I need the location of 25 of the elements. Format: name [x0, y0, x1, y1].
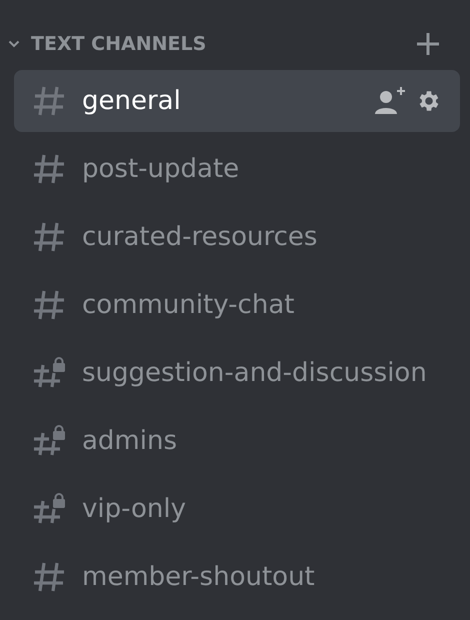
- channel-item[interactable]: post-update: [14, 138, 460, 200]
- channel-item[interactable]: community-chat: [14, 274, 460, 336]
- channel-name: vip-only: [82, 494, 187, 524]
- channel-item[interactable]: suggestion-and-discussion: [14, 342, 460, 404]
- channel-item[interactable]: curated-resources: [14, 206, 460, 268]
- channel-name: admins: [82, 426, 178, 456]
- channel-item[interactable]: member-shoutout: [14, 546, 460, 608]
- channel-name: community-chat: [82, 290, 296, 320]
- channel-name: curated-resources: [82, 222, 318, 252]
- channel-item[interactable]: general: [14, 70, 460, 132]
- channel-name: post-update: [82, 154, 240, 184]
- channel-name: member-shoutout: [82, 562, 316, 592]
- channel-item[interactable]: admins: [14, 410, 460, 472]
- channel-name: suggestion-and-discussion: [82, 358, 428, 388]
- channel-item[interactable]: vip-only: [14, 478, 460, 540]
- category-title[interactable]: TEXT CHANNELS: [31, 33, 416, 55]
- hash-icon: [32, 221, 66, 253]
- invite-icon[interactable]: [374, 87, 406, 115]
- channel-name: general: [82, 86, 182, 116]
- hash-icon: [32, 561, 66, 593]
- hash-icon: [32, 85, 66, 117]
- hash-icon: [32, 153, 66, 185]
- chevron-icon[interactable]: [8, 40, 20, 48]
- add-icon[interactable]: [416, 32, 440, 56]
- hash-icon: [32, 289, 66, 321]
